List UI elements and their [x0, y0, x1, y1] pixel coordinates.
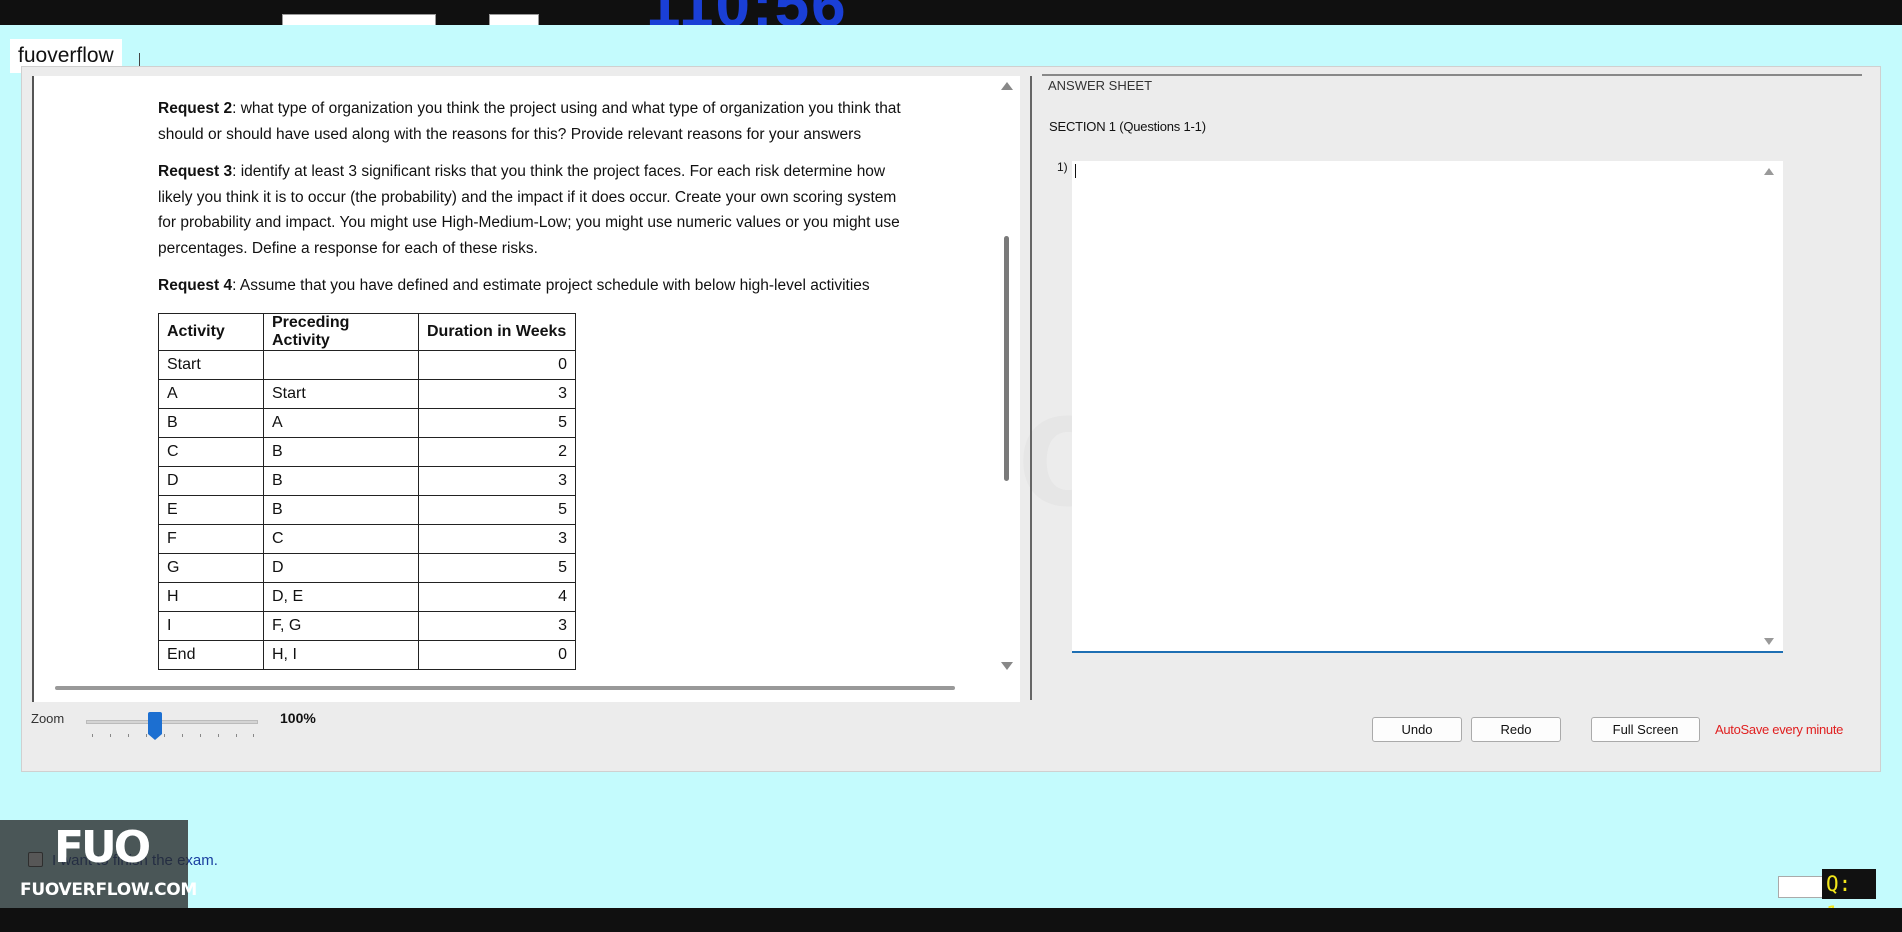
table-cell: B [158, 407, 264, 438]
scroll-thumb[interactable] [1004, 236, 1009, 481]
answer-textarea[interactable] [1072, 161, 1783, 653]
table-row: A Start 3 [158, 378, 576, 409]
question-content: Request 2: what type of organization you… [34, 76, 1000, 678]
text-caret [1075, 164, 1076, 178]
fuoverflow-logo: FUO FUOVERFLOW.COM [0, 820, 197, 908]
table-cell: 5 [418, 407, 576, 438]
table-cell: D [263, 552, 419, 583]
table-row: I F, G3 [158, 610, 576, 641]
table-cell: 0 [418, 349, 576, 380]
question-pane[interactable]: Request 2: what type of organization you… [32, 76, 1020, 702]
zoom-label: Zoom [31, 711, 65, 726]
request-label: Request 2 [158, 100, 233, 117]
scroll-up-arrow-icon[interactable] [1001, 82, 1013, 90]
table-cell: 2 [418, 436, 576, 467]
table-cell: 3 [418, 610, 576, 641]
table-row: CB2 [158, 436, 576, 467]
request-4: Request 4: Assume that you have defined … [158, 273, 918, 299]
table-cell: B [263, 465, 419, 496]
table-row: Start 0 [158, 349, 576, 380]
logo-text: FUOVERFLOW.COM [20, 880, 198, 900]
table-row: H D, E4 [158, 581, 576, 612]
request-2: Request 2: what type of organization you… [158, 96, 918, 147]
table-cell: B [263, 494, 419, 525]
bottom-bar [0, 908, 1902, 932]
zoom-slider-ticks [92, 734, 254, 738]
activity-table: Activity Preceding Activity Duration in … [158, 312, 576, 670]
table-row: FC3 [158, 523, 576, 554]
autosave-notice: AutoSave every minute [1715, 722, 1844, 737]
table-cell: Start [158, 349, 264, 380]
table-cell: F [158, 523, 264, 554]
table-cell: D [158, 465, 264, 496]
answer-sheet-label: ANSWER SHEET [1048, 78, 1153, 93]
request-text: : Assume that you have defined and estim… [232, 277, 870, 294]
exam-timer: 110:56 [646, 0, 848, 25]
question-horizontal-scrollbar[interactable] [55, 686, 955, 690]
table-cell: G [158, 552, 264, 583]
zoom-slider-track[interactable] [86, 720, 258, 724]
table-cell: Start [263, 378, 419, 409]
table-header-row: Activity Preceding Activity Duration in … [158, 312, 576, 351]
table-cell: I [158, 610, 264, 641]
table-cell [263, 349, 419, 380]
request-text: : identify at least 3 significant risks … [158, 163, 900, 257]
table-row: DB3 [158, 465, 576, 496]
answer-scroll-down-icon[interactable] [1764, 638, 1774, 645]
zoom-slider-thumb[interactable] [147, 712, 162, 740]
table-cell: 4 [418, 581, 576, 612]
section-label: SECTION 1 (Questions 1-1) [1049, 119, 1206, 134]
full-screen-button[interactable]: Full Screen [1591, 717, 1700, 742]
toolbar-field-small[interactable] [489, 14, 539, 25]
table-row: EB5 [158, 494, 576, 525]
toolbar-field[interactable] [282, 14, 436, 25]
table-cell: 0 [418, 639, 576, 670]
zoom-value: 100% [280, 710, 316, 726]
table-cell: A [158, 378, 264, 409]
undo-button[interactable]: Undo [1372, 717, 1462, 742]
table-cell: B [263, 436, 419, 467]
column-header: Preceding Activity [263, 312, 419, 351]
question-vertical-scrollbar[interactable] [998, 76, 1014, 676]
table-cell: 3 [418, 465, 576, 496]
table-row: BA5 [158, 407, 576, 438]
table-row: End H, I0 [158, 639, 576, 670]
request-label: Request 4 [158, 277, 233, 294]
table-cell: End [158, 639, 264, 670]
table-cell: 5 [418, 552, 576, 583]
answer-scroll-up-icon[interactable] [1764, 168, 1774, 175]
table-cell: 3 [418, 378, 576, 409]
scroll-down-arrow-icon[interactable] [1001, 662, 1013, 670]
table-cell: H [158, 581, 264, 612]
top-toolbar: 110:56 [0, 0, 1902, 25]
table-cell: E [158, 494, 264, 525]
table-cell: A [263, 407, 419, 438]
request-text: : what type of organization you think th… [158, 100, 901, 143]
table-cell: C [263, 523, 419, 554]
table-cell: C [158, 436, 264, 467]
table-cell: D, E [263, 581, 419, 612]
pane-divider[interactable] [1030, 76, 1032, 700]
redo-button[interactable]: Redo [1471, 717, 1561, 742]
logo-mark: FUO [54, 822, 151, 873]
column-header: Duration in Weeks [418, 312, 576, 351]
table-cell: 5 [418, 494, 576, 525]
answer-sheet-rule [1042, 74, 1862, 76]
table-cell: F, G [263, 610, 419, 641]
request-3: Request 3: identify at least 3 significa… [158, 159, 918, 261]
column-header: Activity [158, 312, 264, 351]
table-cell: H, I [263, 639, 419, 670]
answer-question-number: 1) [1057, 160, 1068, 174]
table-row: GD5 [158, 552, 576, 583]
request-label: Request 3 [158, 163, 233, 180]
table-cell: 3 [418, 523, 576, 554]
question-counter: Q: 1 [1822, 869, 1876, 926]
